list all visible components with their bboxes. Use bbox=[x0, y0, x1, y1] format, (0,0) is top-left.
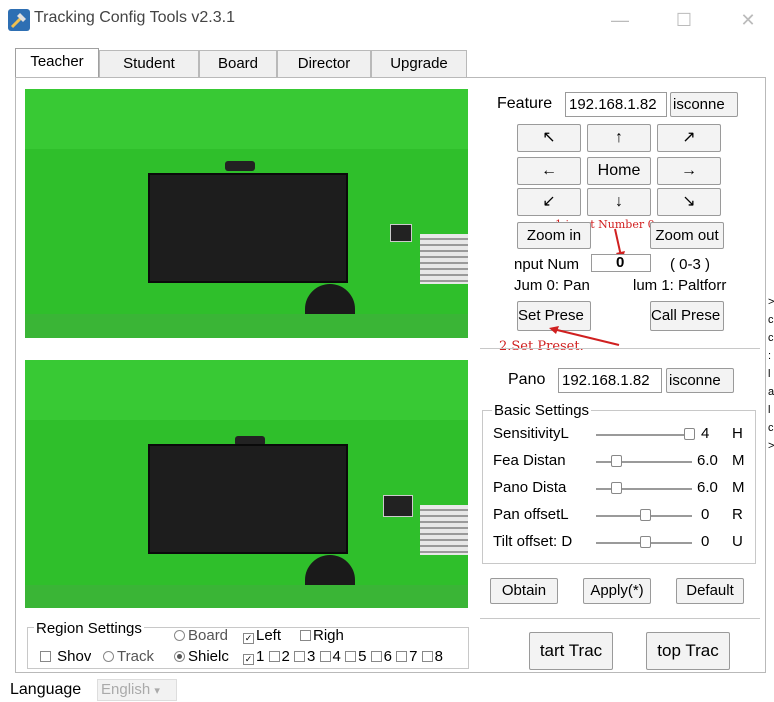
setting-value: 6.0 bbox=[697, 479, 718, 496]
setting-unit: H bbox=[732, 425, 743, 442]
divider-2 bbox=[480, 618, 760, 619]
call-preset-button[interactable]: Call Prese bbox=[650, 301, 724, 331]
stop-tracking-button[interactable]: top Trac bbox=[646, 632, 730, 670]
pano-video[interactable] bbox=[25, 360, 468, 608]
setting-value: 4 bbox=[701, 425, 710, 442]
setting-value: 6.0 bbox=[697, 452, 718, 469]
pano-disconnect-button[interactable]: isconne bbox=[666, 368, 734, 393]
right-button[interactable]: → bbox=[657, 157, 721, 185]
pano-label: Pano bbox=[508, 371, 546, 388]
clipped-side-text: : bbox=[768, 350, 772, 362]
language-select[interactable]: English ▾ bbox=[97, 679, 177, 701]
divider bbox=[480, 348, 760, 349]
pano-ip-input[interactable]: 192.168.1.82 bbox=[558, 368, 662, 393]
annotation-set-preset: 2.Set Preset. bbox=[499, 339, 584, 354]
setting-slider[interactable] bbox=[596, 434, 692, 436]
language-label: Language bbox=[10, 681, 82, 698]
default-button[interactable]: Default bbox=[676, 578, 744, 604]
setting-value: 0 bbox=[701, 533, 710, 550]
clipped-side-text: l bbox=[768, 404, 771, 416]
feature-label: Feature bbox=[497, 95, 553, 112]
tab-teacher[interactable]: Teacher bbox=[15, 48, 99, 78]
home-button[interactable]: Home bbox=[587, 157, 651, 185]
tab-student[interactable]: Student bbox=[99, 50, 199, 78]
feature-video[interactable] bbox=[25, 89, 468, 338]
up-right-button[interactable]: ↗ bbox=[657, 124, 721, 152]
basic-settings-title: Basic Settings bbox=[492, 402, 592, 419]
app-icon bbox=[8, 9, 30, 31]
setting-label: SensitivityL bbox=[493, 425, 569, 442]
clipped-side-text: c bbox=[768, 314, 774, 326]
down-right-button[interactable]: ↘ bbox=[657, 188, 721, 216]
setting-label: Pano Dista bbox=[493, 479, 567, 496]
left-button[interactable]: ← bbox=[517, 157, 581, 185]
close-button[interactable]: ✕ bbox=[728, 6, 768, 34]
setting-unit: M bbox=[732, 452, 745, 469]
setting-unit: M bbox=[732, 479, 745, 496]
setting-label: Tilt offset: D bbox=[493, 533, 573, 550]
clipped-side-text: c bbox=[768, 422, 774, 434]
region-number-checkboxes[interactable]: ✓ 1 2 3 4 5 6 7 8 bbox=[243, 648, 443, 665]
setting-label: Fea Distan bbox=[493, 452, 566, 469]
feature-ip-input[interactable]: 192.168.1.82 bbox=[565, 92, 667, 117]
clipped-side-text: > bbox=[768, 296, 774, 308]
num1-hint: lum 1: Paltforr bbox=[633, 277, 727, 294]
setting-label: Pan offsetL bbox=[493, 506, 569, 523]
slider-thumb[interactable] bbox=[640, 536, 651, 548]
chevron-down-icon: ▾ bbox=[154, 685, 160, 697]
tab-upgrade[interactable]: Upgrade bbox=[371, 50, 467, 78]
maximize-button[interactable]: ☐ bbox=[664, 6, 704, 34]
board-radio[interactable]: Board bbox=[174, 627, 228, 644]
slider-thumb[interactable] bbox=[684, 428, 695, 440]
clipped-side-text: a bbox=[768, 386, 774, 398]
up-left-button[interactable]: ↖ bbox=[517, 124, 581, 152]
title-bar: Tracking Config Tools v2.3.1 — ☐ ✕ bbox=[0, 0, 774, 40]
track-radio[interactable]: Track bbox=[103, 648, 171, 665]
window-title: Tracking Config Tools v2.3.1 bbox=[34, 9, 235, 26]
start-tracking-button[interactable]: tart Trac bbox=[529, 632, 613, 670]
shield-radio[interactable]: Shielc bbox=[174, 648, 238, 665]
setting-unit: R bbox=[732, 506, 743, 523]
right-checkbox[interactable]: Righ bbox=[300, 627, 344, 644]
apply-button[interactable]: Apply(*) bbox=[583, 578, 651, 604]
tab-director[interactable]: Director bbox=[277, 50, 371, 78]
input-number-label: nput Num bbox=[514, 256, 580, 273]
minimize-button[interactable]: — bbox=[600, 6, 640, 34]
zoom-in-button[interactable]: Zoom in bbox=[517, 222, 591, 249]
feature-disconnect-button[interactable]: isconne bbox=[670, 92, 738, 117]
clipped-side-text: > bbox=[768, 440, 774, 452]
slider-thumb[interactable] bbox=[640, 509, 651, 521]
slider-thumb[interactable] bbox=[611, 455, 622, 467]
left-checkbox[interactable]: ✓ Left bbox=[243, 627, 281, 644]
down-button[interactable]: ↓ bbox=[587, 188, 651, 216]
tab-board[interactable]: Board bbox=[199, 50, 277, 78]
slider-thumb[interactable] bbox=[611, 482, 622, 494]
clipped-side-text: l bbox=[768, 368, 771, 380]
show-checkbox[interactable]: Shov bbox=[40, 648, 91, 665]
input-range-hint: ( 0-3 ) bbox=[670, 256, 711, 273]
setting-value: 0 bbox=[701, 506, 710, 523]
down-left-button[interactable]: ↙ bbox=[517, 188, 581, 216]
num0-hint: Jum 0: Pan bbox=[514, 277, 590, 294]
clipped-side-text: c bbox=[768, 332, 774, 344]
input-number-field[interactable]: 0 bbox=[591, 254, 651, 272]
setting-unit: U bbox=[732, 533, 743, 550]
zoom-out-button[interactable]: Zoom out bbox=[650, 222, 724, 249]
up-button[interactable]: ↑ bbox=[587, 124, 651, 152]
region-settings-title: Region Settings bbox=[34, 620, 144, 637]
obtain-button[interactable]: Obtain bbox=[490, 578, 558, 604]
